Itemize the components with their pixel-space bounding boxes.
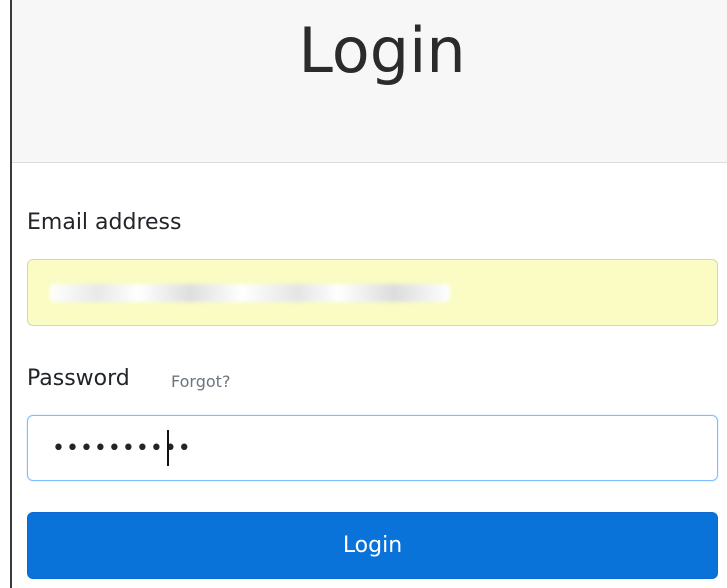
password-field[interactable] <box>27 415 718 481</box>
email-label: Email address <box>27 210 182 235</box>
login-button[interactable]: Login <box>27 512 718 579</box>
page-title: Login <box>298 14 466 87</box>
login-panel: Login Email address Password Forgot? Log… <box>0 0 727 588</box>
card-header: Login <box>12 0 727 163</box>
redacted-email-value <box>50 284 450 302</box>
text-cursor <box>167 430 169 466</box>
forgot-password-link[interactable]: Forgot? <box>171 372 230 391</box>
password-label: Password <box>27 366 130 391</box>
